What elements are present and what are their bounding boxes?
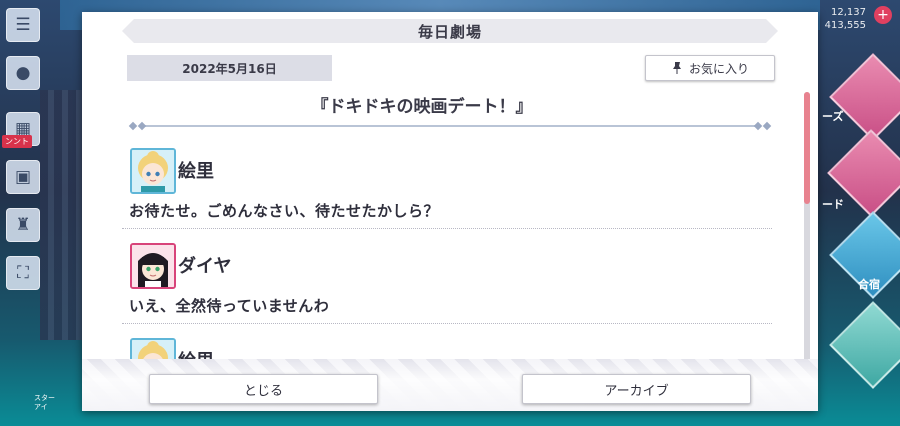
archive-button[interactable]: アーカイブ [522,374,751,404]
menu-icon[interactable]: ☰ [6,8,40,42]
pin-icon [671,61,683,75]
dialogue-text: お待たせ。ごめんなさい、待たせたかしら？ [129,202,440,220]
date-label: 2022年5月16日 [127,55,332,81]
add-resource-button[interactable]: + [874,6,892,24]
dialogue-entry: 絵里 [122,332,772,362]
counter-bottom: 413,555 [824,20,866,31]
side-label: スター アイ [34,394,55,411]
fullscreen-icon[interactable]: ⛶ [6,256,40,290]
chat-icon[interactable]: ● [6,56,40,90]
dialogue-entry: 絵里 お待たせ。ごめんなさい、待たせたかしら？ [122,142,772,229]
dialogue-text: いえ、全然待っていませんわ [129,297,330,315]
resource-counter: 12,137 413,555 [825,6,866,32]
left-side-menu: ☰ ● ▦ ▣ ♜ ⛶ [6,8,40,304]
story-title: 『ドキドキの映画デート！』 [311,97,533,117]
dialog-title: 毎日劇場 [122,19,778,43]
title-divider [128,121,772,131]
dia-avatar-icon [130,243,176,289]
speaker-name: ダイヤ [178,256,232,277]
dialogue-list[interactable]: 絵里 お待たせ。ごめんなさい、待たせたかしら？ ダイヤ いえ、全然待っていません… [122,142,772,362]
album-icon[interactable]: ▣ [6,160,40,194]
menu-tile-label-a: ーズ [822,110,844,123]
background-lockers [40,90,85,340]
event-badge: ンント [2,135,32,148]
dialogue-entry: ダイヤ いえ、全然待っていませんわ [122,237,772,324]
scroll-thumb[interactable] [804,92,810,204]
eli-avatar-icon [130,148,176,194]
favorite-label: お気に入り [688,61,749,76]
menu-tile-label-b: ード [822,198,844,211]
counter-top: 12,137 [831,7,866,18]
dialogue-scrollbar[interactable] [804,92,810,366]
trophy-icon[interactable]: ♜ [6,208,40,242]
menu-tile-label-c: 合宿 [858,278,880,291]
daily-theater-dialog: 毎日劇場 2022年5月16日 お気に入り 『ドキドキの映画デート！』 絵里 お… [82,12,818,411]
close-button[interactable]: とじる [149,374,378,404]
favorite-button[interactable]: お気に入り [645,55,775,81]
speaker-name: 絵里 [178,161,214,182]
